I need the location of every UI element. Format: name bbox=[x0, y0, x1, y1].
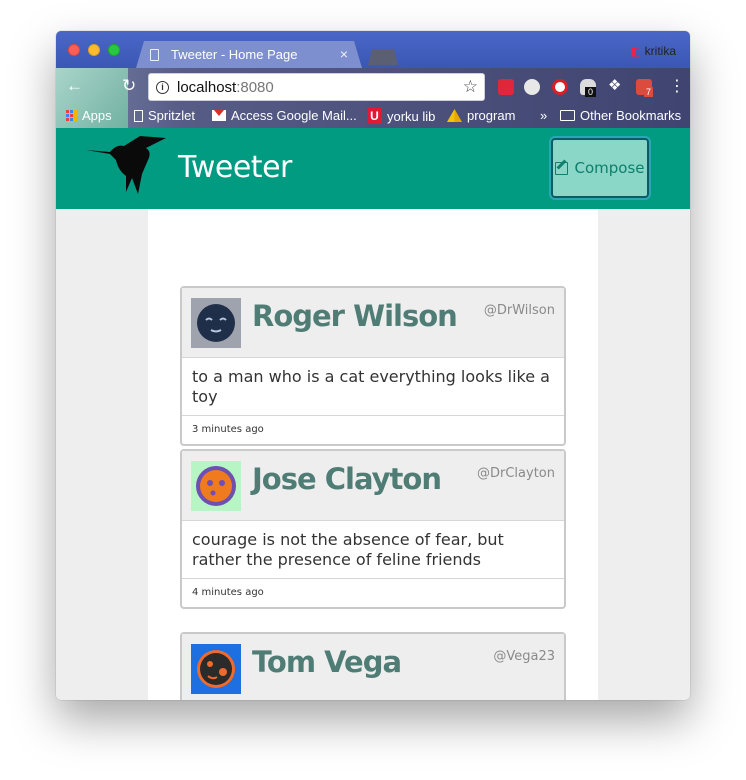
tweet-feed: Roger Wilson @DrWilson to a man who is a… bbox=[148, 209, 598, 700]
minimize-window-button[interactable] bbox=[88, 44, 100, 56]
extension-badge: 0 bbox=[585, 87, 597, 97]
tweet-author-name: Roger Wilson bbox=[252, 299, 458, 333]
apps-grid-icon bbox=[66, 110, 77, 121]
close-tab-icon[interactable]: × bbox=[340, 46, 348, 62]
browser-window: Tweeter - Home Page × ◧ kritika ← ↻ i lo… bbox=[56, 31, 690, 700]
tweet-author-handle: @DrWilson bbox=[483, 303, 555, 318]
bookmark-label: Spritzlet bbox=[148, 108, 195, 123]
tab-title: Tweeter - Home Page bbox=[171, 47, 298, 62]
close-window-button[interactable] bbox=[68, 44, 80, 56]
tweet-timestamp: 3 minutes ago bbox=[192, 424, 264, 435]
sleepy-face-avatar bbox=[191, 298, 241, 348]
bookmarks-bar: Apps Spritzlet Access Google Mail... U y… bbox=[56, 104, 690, 128]
bookmark-label: Access Google Mail... bbox=[231, 108, 357, 123]
title-bar: Tweeter - Home Page × ◧ kritika bbox=[56, 31, 690, 68]
page-icon bbox=[134, 109, 143, 122]
tweet-author-handle: @Vega23 bbox=[493, 649, 555, 664]
bookmark-spritzlet[interactable]: Spritzlet bbox=[134, 108, 195, 123]
bookmark-label: program bbox=[467, 108, 516, 123]
bookmark-gmail[interactable]: Access Google Mail... bbox=[212, 108, 357, 123]
info-icon[interactable]: i bbox=[156, 80, 169, 94]
bookmark-label: yorku lib bbox=[387, 108, 436, 124]
browser-toolbar: ← ↻ i localhost:8080 ☆ 0 ❖ 7 ⋮ Apps Spri… bbox=[56, 68, 690, 128]
tweet-header: Jose Clayton @DrClayton bbox=[182, 451, 564, 521]
bookmark-yorku-lib[interactable]: U yorku lib bbox=[367, 108, 435, 124]
bookmark-star-icon[interactable]: ☆ bbox=[463, 77, 478, 97]
tweet-header: Roger Wilson @DrWilson bbox=[182, 288, 564, 358]
tweet-author-name: Jose Clayton bbox=[252, 462, 442, 496]
bookmark-program[interactable]: program bbox=[447, 108, 515, 123]
page-background: Roger Wilson @DrWilson to a man who is a… bbox=[56, 209, 690, 700]
page-icon bbox=[150, 48, 159, 61]
dark-face-avatar bbox=[191, 644, 241, 694]
more-bookmarks-button[interactable]: » bbox=[540, 108, 547, 123]
site-title: Tweeter bbox=[178, 150, 292, 185]
bookmark-apps[interactable]: Apps bbox=[66, 108, 112, 123]
back-arrow-icon[interactable]: ← bbox=[66, 76, 83, 96]
tweet-timestamp: 4 minutes ago bbox=[192, 587, 264, 598]
tweet-card: Roger Wilson @DrWilson to a man who is a… bbox=[180, 286, 566, 446]
hummingbird-logo bbox=[86, 136, 166, 194]
tweet-card: Jose Clayton @DrClayton courage is not t… bbox=[180, 449, 566, 609]
compose-label: Compose bbox=[574, 159, 645, 177]
profile-button[interactable]: ◧ kritika bbox=[630, 44, 676, 58]
drive-icon bbox=[447, 109, 462, 122]
tweet-author-handle: @DrClayton bbox=[477, 466, 555, 481]
folder-icon bbox=[560, 110, 575, 121]
profile-name: kritika bbox=[644, 44, 676, 58]
adblock-extension-icon[interactable] bbox=[552, 79, 568, 95]
url-port: :8080 bbox=[236, 78, 274, 96]
profile-icon: ◧ bbox=[630, 45, 641, 58]
maximize-window-button[interactable] bbox=[108, 44, 120, 56]
bookmark-label: Other Bookmarks bbox=[580, 108, 682, 123]
browser-menu-icon[interactable]: ⋮ bbox=[669, 76, 685, 96]
edit-icon bbox=[555, 161, 569, 175]
compose-button[interactable]: Compose bbox=[549, 136, 651, 200]
todoist-badge: 7 bbox=[644, 87, 654, 97]
tweet-author-name: Tom Vega bbox=[252, 645, 402, 679]
site-header: Tweeter Compose bbox=[56, 128, 690, 209]
new-tab-button[interactable] bbox=[368, 49, 398, 65]
chevron-right-icon: » bbox=[540, 108, 548, 123]
tweet-text: courage is not the absence of fear, but … bbox=[182, 521, 564, 579]
reload-icon[interactable]: ↻ bbox=[122, 76, 136, 96]
orange-face-avatar bbox=[191, 461, 241, 511]
gmail-icon bbox=[212, 110, 226, 121]
tweet-card: Tom Vega @Vega23 bbox=[180, 632, 566, 700]
browser-tab-active[interactable]: Tweeter - Home Page × bbox=[136, 41, 362, 68]
address-bar[interactable]: i localhost:8080 ☆ bbox=[148, 73, 485, 101]
extension-icon[interactable] bbox=[524, 79, 540, 95]
tweet-text: to a man who is a cat everything looks l… bbox=[182, 358, 564, 416]
dropbox-extension-icon[interactable]: ❖ bbox=[608, 76, 624, 94]
yorku-icon: U bbox=[367, 108, 382, 124]
bookmark-label: Apps bbox=[82, 108, 112, 123]
url-host: localhost bbox=[177, 78, 237, 96]
lastpass-extension-icon[interactable] bbox=[498, 79, 514, 95]
tweet-header: Tom Vega @Vega23 bbox=[182, 634, 564, 700]
bookmark-other-bookmarks[interactable]: Other Bookmarks bbox=[560, 108, 681, 123]
url-text: localhost:8080 bbox=[177, 79, 274, 96]
